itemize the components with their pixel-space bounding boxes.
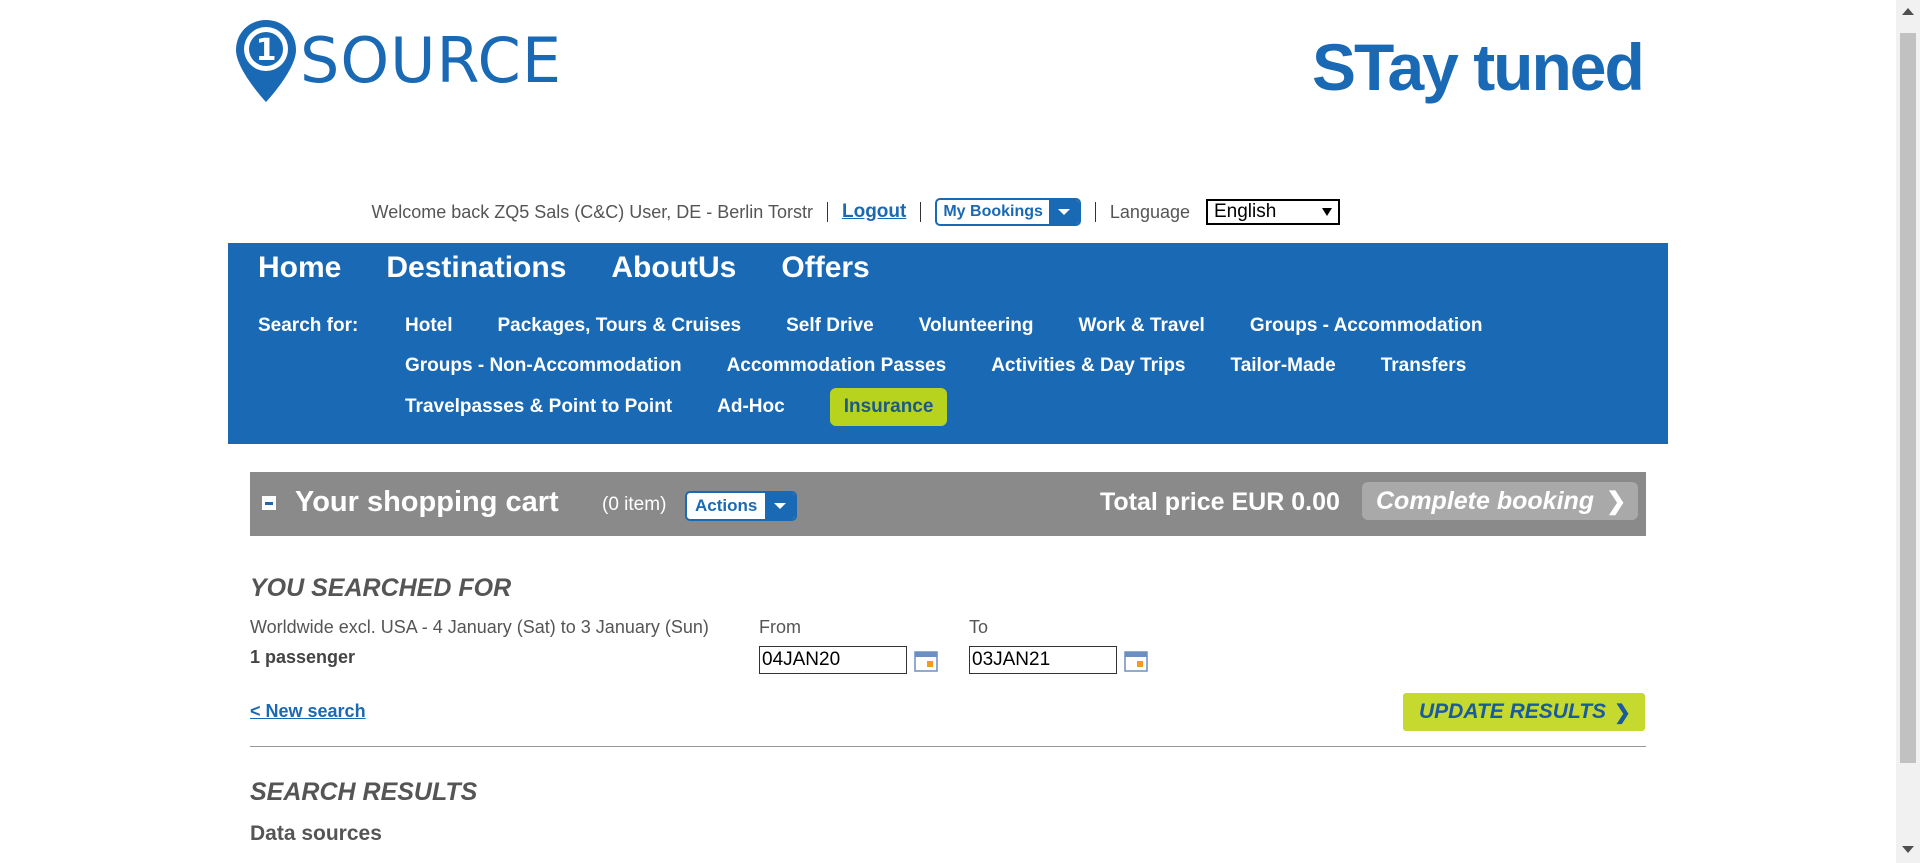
search-travelpasses[interactable]: Travelpasses & Point to Point — [405, 396, 672, 426]
data-sources-heading: Data sources — [250, 822, 382, 845]
search-activities[interactable]: Activities & Day Trips — [991, 355, 1185, 377]
to-date-input[interactable] — [969, 646, 1117, 674]
search-insurance[interactable]: Insurance — [829, 388, 948, 426]
nav-aboutus[interactable]: AboutUs — [611, 251, 736, 285]
search-for-label: Search for: — [258, 315, 359, 336]
search-packages[interactable]: Packages, Tours & Cruises — [498, 315, 742, 337]
search-groups-accommodation[interactable]: Groups - Accommodation — [1250, 315, 1483, 337]
scroll-up-icon[interactable] — [1902, 8, 1914, 15]
from-label: From — [759, 617, 801, 637]
nav-offers[interactable]: Offers — [781, 251, 869, 285]
scroll-down-icon[interactable] — [1902, 846, 1914, 853]
logo-1source[interactable]: 1 SOURCE — [234, 18, 562, 104]
search-ad-hoc[interactable]: Ad-Hoc — [717, 396, 785, 426]
my-bookings-dropdown[interactable]: My Bookings — [935, 198, 1081, 226]
separator — [826, 202, 828, 222]
search-volunteering[interactable]: Volunteering — [919, 315, 1034, 337]
search-transfers[interactable]: Transfers — [1381, 355, 1467, 377]
actions-dropdown[interactable]: Actions — [685, 491, 798, 521]
search-accommodation-passes[interactable]: Accommodation Passes — [727, 355, 947, 377]
actions-label: Actions — [695, 496, 758, 515]
collapse-icon[interactable] — [262, 496, 276, 510]
complete-booking-button[interactable]: Complete booking ❯ — [1362, 482, 1638, 520]
separator — [920, 202, 922, 222]
dropdown-arrow-icon — [1322, 208, 1332, 216]
welcome-text: Welcome back ZQ5 Sals (C&C) User, DE - B… — [371, 201, 813, 222]
search-work-travel[interactable]: Work & Travel — [1078, 315, 1204, 337]
language-label: Language — [1109, 201, 1190, 222]
chevron-down-icon — [765, 493, 796, 519]
divider — [250, 746, 1646, 747]
searched-for-heading: YOU SEARCHED FOR — [250, 574, 512, 602]
update-results-label: UPDATE RESULTS — [1419, 700, 1607, 723]
calendar-icon[interactable] — [914, 650, 938, 672]
main-navigation: Home Destinations AboutUs Offers Search … — [228, 243, 1668, 444]
utility-bar: Welcome back ZQ5 Sals (C&C) User, DE - B… — [372, 198, 1340, 226]
shopping-cart-bar: Your shopping cart (0 item) Actions Tota… — [250, 472, 1646, 536]
search-row-1: Hotel Packages, Tours & Cruises Self Dri… — [405, 315, 1527, 337]
nav-home[interactable]: Home — [258, 251, 341, 285]
complete-booking-label: Complete booking — [1376, 486, 1595, 515]
my-bookings-label: My Bookings — [943, 203, 1043, 220]
search-groups-non-accommodation[interactable]: Groups - Non-Accommodation — [405, 355, 682, 377]
nav-destinations[interactable]: Destinations — [386, 251, 566, 285]
search-tailor-made[interactable]: Tailor-Made — [1231, 355, 1336, 377]
scrollbar-thumb[interactable] — [1900, 33, 1916, 763]
search-hotel[interactable]: Hotel — [405, 315, 453, 337]
from-date-input[interactable] — [759, 646, 907, 674]
main-menu: Home Destinations AboutUs Offers — [258, 251, 915, 285]
total-price: Total price EUR 0.00 — [1100, 488, 1340, 516]
map-pin-icon: 1 — [236, 20, 296, 102]
logout-link[interactable]: Logout — [842, 201, 906, 223]
page: 1 SOURCE STay tuned Welcome back ZQ5 Sal… — [0, 0, 1920, 863]
search-description: Worldwide excl. USA - 4 January (Sat) to… — [250, 617, 709, 637]
search-row-2: Groups - Non-Accommodation Accommodation… — [405, 355, 1511, 377]
chevron-down-icon — [1048, 200, 1079, 224]
cart-count: (0 item) — [602, 494, 667, 515]
update-results-button[interactable]: UPDATE RESULTS ❯ — [1403, 693, 1645, 731]
language-value: English — [1214, 201, 1277, 222]
logo-stay-tuned[interactable]: STay tuned — [1312, 34, 1645, 100]
search-results-heading: SEARCH RESULTS — [250, 778, 478, 806]
search-self-drive[interactable]: Self Drive — [786, 315, 874, 337]
language-select[interactable]: English — [1206, 199, 1340, 225]
separator — [1094, 202, 1096, 222]
chevron-right-icon: ❯ — [1614, 701, 1631, 724]
search-row-3: Travelpasses & Point to Point Ad-Hoc Ins… — [405, 388, 992, 426]
logo-digit: 1 — [256, 33, 277, 68]
to-label: To — [969, 617, 989, 637]
logo-wordmark: SOURCE — [300, 24, 562, 97]
calendar-icon[interactable] — [1124, 650, 1148, 672]
new-search-link[interactable]: < New search — [250, 701, 366, 722]
chevron-right-icon: ❯ — [1606, 487, 1627, 515]
passenger-count: 1 passenger — [250, 647, 356, 667]
vertical-scrollbar[interactable] — [1896, 0, 1920, 863]
cart-title: Your shopping cart — [295, 486, 559, 518]
